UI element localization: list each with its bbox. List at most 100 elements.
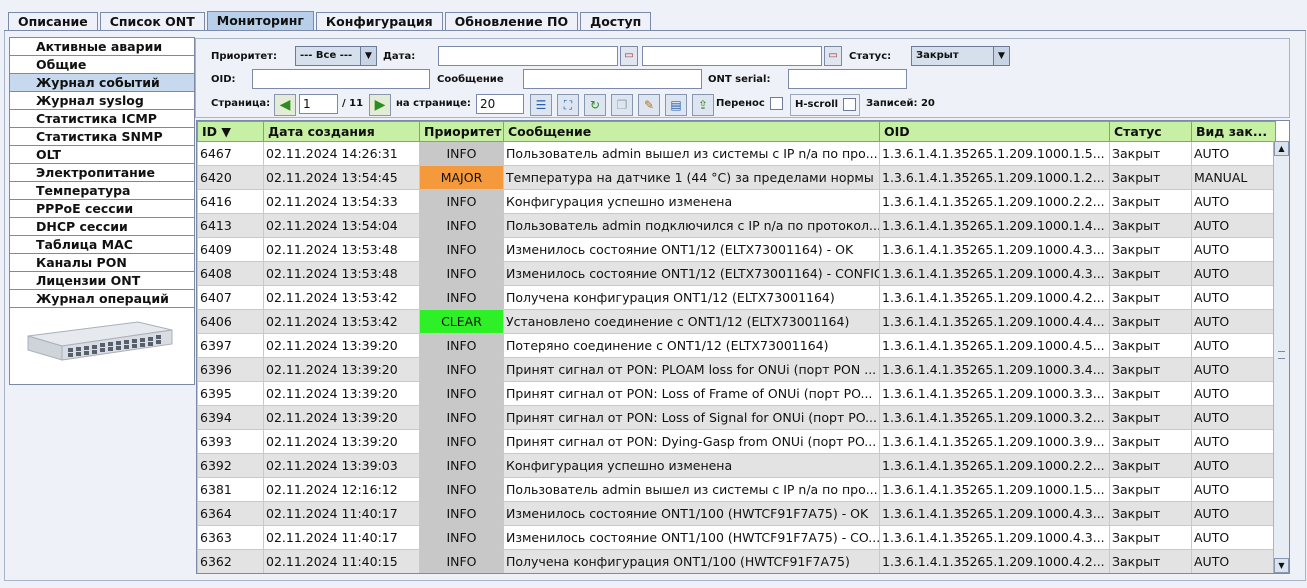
table-row[interactable]: 6420 02.11.2024 13:54:45 MAJOR Температура … xyxy=(197,165,1276,190)
col-header-oid[interactable]: OID xyxy=(879,121,1110,142)
save-icon[interactable]: ▤ xyxy=(665,94,687,116)
tab-configuration[interactable]: Конфигурация xyxy=(315,12,443,31)
wrap-checkbox[interactable] xyxy=(770,97,783,110)
col-header-close-type[interactable]: Вид зак... xyxy=(1191,121,1276,142)
oid-field[interactable] xyxy=(252,69,430,89)
sidebar-item-general[interactable]: Общие xyxy=(10,56,194,74)
table-row[interactable]: 6416 02.11.2024 13:54:33 INFO Конфигурация … xyxy=(197,189,1276,214)
calendar-icon[interactable]: ▭ xyxy=(824,46,842,66)
export-icon[interactable]: ⇪ xyxy=(692,94,714,116)
status-select[interactable]: Закрыт ▼ xyxy=(911,46,1010,66)
message-field[interactable] xyxy=(523,69,702,89)
sidebar-item-icmp-stats[interactable]: Статистика ICMP xyxy=(10,110,194,128)
page-total: / 11 xyxy=(342,98,364,109)
tab-monitoring[interactable]: Мониторинг xyxy=(206,11,314,31)
sidebar-item-pppoe[interactable]: PPPoE сессии xyxy=(10,200,194,218)
sidebar-item-pon-channels[interactable]: Каналы PON xyxy=(10,254,194,272)
main-tabbar: Описание Список ONT Мониторинг Конфигура… xyxy=(8,11,653,31)
sidebar-item-power[interactable]: Электропитание xyxy=(10,164,194,182)
priority-select[interactable]: --- Все --- ▼ xyxy=(295,46,377,66)
cell-message: Изменилось состояние ONT1/100 (HWTCF91F7… xyxy=(503,525,880,550)
cell-close-type: AUTO xyxy=(1191,141,1276,166)
sidebar-item-active-alarms[interactable]: Активные аварии xyxy=(10,38,194,56)
cell-id: 6416 xyxy=(197,189,264,214)
sidebar-item-snmp-stats[interactable]: Статистика SNMP xyxy=(10,128,194,146)
cell-message: Принят сигнал от PON: Loss of Frame of O… xyxy=(503,381,880,406)
date-to-field[interactable] xyxy=(642,46,822,66)
table-row[interactable]: 6408 02.11.2024 13:53:48 INFO Изменилось со… xyxy=(197,261,1276,286)
status-select-value: Закрыт xyxy=(916,50,959,61)
table-row[interactable]: 6407 02.11.2024 13:53:42 INFO Получена конф… xyxy=(197,285,1276,310)
table-row[interactable]: 6364 02.11.2024 11:40:17 INFO Изменилось со… xyxy=(197,501,1276,526)
prev-page-icon[interactable]: ◀ xyxy=(274,94,296,116)
cell-close-type: AUTO xyxy=(1191,333,1276,358)
per-page-field[interactable]: 20 xyxy=(476,94,524,114)
cell-id: 6406 xyxy=(197,309,264,334)
table-row[interactable]: 6381 02.11.2024 12:16:12 INFO Пользователь … xyxy=(197,477,1276,502)
col-header-id[interactable]: ID ▼ xyxy=(197,121,264,142)
calendar-icon[interactable]: ▭ xyxy=(620,46,638,66)
cell-id: 6409 xyxy=(197,237,264,262)
cell-message: Пользователь admin вышел из системы с IP… xyxy=(503,477,880,502)
cell-priority: INFO xyxy=(419,381,504,406)
cell-priority: INFO xyxy=(419,357,504,382)
table-row[interactable]: 6467 02.11.2024 14:26:31 INFO Пользователь … xyxy=(197,141,1276,166)
refresh-icon[interactable]: ↻ xyxy=(584,94,606,116)
sidebar-item-operations-log[interactable]: Журнал операций xyxy=(10,290,194,308)
col-header-created[interactable]: Дата создания xyxy=(263,121,420,142)
cell-priority: CLEAR xyxy=(419,309,504,334)
table-row[interactable]: 6409 02.11.2024 13:53:48 INFO Изменилось со… xyxy=(197,237,1276,262)
table-row[interactable]: 6397 02.11.2024 13:39:20 INFO Потеряно соед… xyxy=(197,333,1276,358)
cell-id: 6395 xyxy=(197,381,264,406)
col-header-status[interactable]: Статус xyxy=(1109,121,1192,142)
sidebar-item-ont-licenses[interactable]: Лицензии ONT xyxy=(10,272,194,290)
next-page-icon[interactable]: ▶ xyxy=(369,94,391,116)
cell-priority: INFO xyxy=(419,213,504,238)
cell-priority: INFO xyxy=(419,453,504,478)
table-row[interactable]: 6413 02.11.2024 13:54:04 INFO Пользователь … xyxy=(197,213,1276,238)
copy-icon[interactable]: ❐ xyxy=(611,94,633,116)
cell-oid: 1.3.6.1.4.1.35265.1.209.1000.1.5... xyxy=(879,141,1110,166)
cell-message: Конфигурация успешно изменена xyxy=(503,189,880,214)
col-header-priority[interactable]: Приоритет xyxy=(419,121,504,142)
ont-serial-field[interactable] xyxy=(788,69,907,89)
cell-created: 02.11.2024 13:39:20 xyxy=(263,429,420,454)
vertical-scrollbar[interactable]: ▲ ▼ xyxy=(1273,141,1289,573)
sidebar-item-olt[interactable]: OLT xyxy=(10,146,194,164)
cell-message: Температура на датчике 1 (44 °C) за пред… xyxy=(503,165,880,190)
page-number-field[interactable]: 1 xyxy=(299,94,338,114)
table-row[interactable]: 6393 02.11.2024 13:39:20 INFO Принят сигнал… xyxy=(197,429,1276,454)
table-row[interactable]: 6396 02.11.2024 13:39:20 INFO Принят сигнал… xyxy=(197,357,1276,382)
table-row[interactable]: 6394 02.11.2024 13:39:20 INFO Принят сигнал… xyxy=(197,405,1276,430)
sidebar-item-mac-table[interactable]: Таблица MAC xyxy=(10,236,194,254)
sidebar-item-syslog[interactable]: Журнал syslog xyxy=(10,92,194,110)
hscroll-checkbox[interactable] xyxy=(843,98,856,111)
tab-ont-list[interactable]: Список ONT xyxy=(99,12,205,31)
cell-created: 02.11.2024 13:53:48 xyxy=(263,261,420,286)
sidebar-item-event-log[interactable]: Журнал событий xyxy=(10,74,194,92)
columns-icon[interactable]: ☰ xyxy=(530,94,552,116)
col-header-message[interactable]: Сообщение xyxy=(503,121,880,142)
table-row[interactable]: 6363 02.11.2024 11:40:17 INFO Изменилось со… xyxy=(197,525,1276,550)
tab-description[interactable]: Описание xyxy=(8,12,98,31)
fit-icon[interactable]: ⛶ xyxy=(557,94,579,116)
date-from-field[interactable] xyxy=(438,46,618,66)
cell-id: 6467 xyxy=(197,141,264,166)
table-row[interactable]: 6395 02.11.2024 13:39:20 INFO Принят сигнал… xyxy=(197,381,1276,406)
cell-priority: INFO xyxy=(419,525,504,550)
tab-firmware-update[interactable]: Обновление ПО xyxy=(444,12,579,31)
sidebar-item-temperature[interactable]: Температура xyxy=(10,182,194,200)
tab-access[interactable]: Доступ xyxy=(580,12,652,31)
scroll-up-icon[interactable]: ▲ xyxy=(1274,141,1289,156)
cell-oid: 1.3.6.1.4.1.35265.1.209.1000.4.3... xyxy=(879,237,1110,262)
cell-priority: INFO xyxy=(419,501,504,526)
table-row[interactable]: 6362 02.11.2024 11:40:15 INFO Получена конф… xyxy=(197,549,1276,573)
scroll-grip[interactable] xyxy=(1278,351,1285,359)
table-row[interactable]: 6406 02.11.2024 13:53:42 CLEAR Установлено … xyxy=(197,309,1276,334)
sidebar-item-dhcp[interactable]: DHCP сессии xyxy=(10,218,194,236)
clear-filter-icon[interactable]: ✎ xyxy=(638,94,660,116)
scroll-down-icon[interactable]: ▼ xyxy=(1274,558,1289,573)
cell-oid: 1.3.6.1.4.1.35265.1.209.1000.1.4... xyxy=(879,213,1110,238)
table-row[interactable]: 6392 02.11.2024 13:39:03 INFO Конфигурация … xyxy=(197,453,1276,478)
cell-close-type: AUTO xyxy=(1191,525,1276,550)
